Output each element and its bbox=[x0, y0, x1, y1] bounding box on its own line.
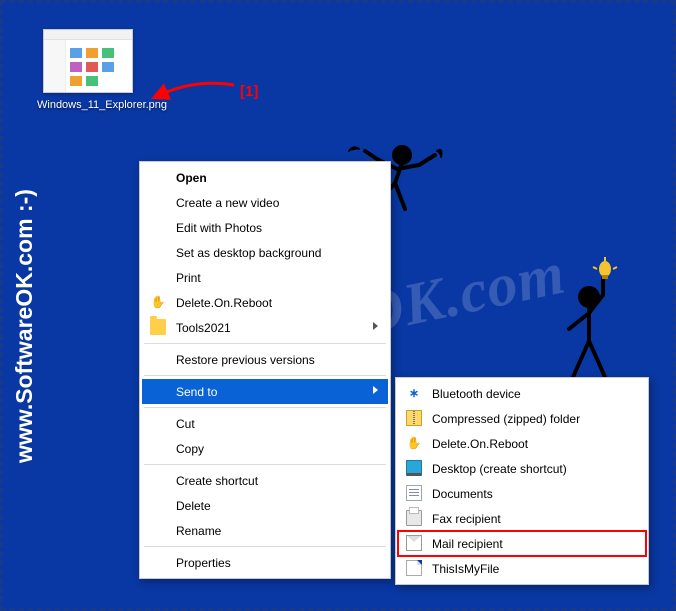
file-label: Windows_11_Explorer.png bbox=[37, 99, 139, 112]
submenu-item-thisismyfile[interactable]: ThisIsMyFile bbox=[398, 556, 646, 581]
menu-item-open[interactable]: Open bbox=[142, 165, 388, 190]
menu-item-send-to[interactable]: Send to bbox=[142, 379, 388, 404]
annotation-label-1: [1] bbox=[240, 83, 258, 100]
menu-item-create-shortcut[interactable]: Create shortcut bbox=[142, 468, 388, 493]
menu-separator bbox=[144, 343, 386, 344]
menu-item-copy[interactable]: Copy bbox=[142, 436, 388, 461]
chevron-right-icon bbox=[373, 386, 378, 394]
zip-icon bbox=[406, 410, 422, 426]
submenu-item-desktop-shortcut[interactable]: Desktop (create shortcut) bbox=[398, 456, 646, 481]
sendto-submenu: ∗Bluetooth device Compressed (zipped) fo… bbox=[395, 377, 649, 585]
file-icon bbox=[406, 560, 422, 576]
submenu-item-documents[interactable]: Documents bbox=[398, 481, 646, 506]
menu-separator bbox=[144, 407, 386, 408]
menu-item-create-video[interactable]: Create a new video bbox=[142, 190, 388, 215]
desktop-file-icon[interactable]: Windows_11_Explorer.png bbox=[37, 29, 139, 112]
hand-icon: ✋ bbox=[150, 294, 166, 310]
menu-separator bbox=[144, 464, 386, 465]
menu-item-delete[interactable]: Delete bbox=[142, 493, 388, 518]
submenu-item-compressed[interactable]: Compressed (zipped) folder bbox=[398, 406, 646, 431]
menu-item-restore-versions[interactable]: Restore previous versions bbox=[142, 347, 388, 372]
annotation-arrow-1 bbox=[156, 79, 236, 99]
hand-icon: ✋ bbox=[406, 435, 422, 451]
menu-item-print[interactable]: Print bbox=[142, 265, 388, 290]
menu-item-properties[interactable]: Properties bbox=[142, 550, 388, 575]
mail-icon bbox=[406, 535, 422, 551]
watermark-side: www.SoftwareOK.com :-) bbox=[11, 189, 38, 463]
fax-icon bbox=[406, 510, 422, 526]
stick-figure-idea bbox=[549, 259, 629, 394]
folder-icon bbox=[150, 319, 166, 335]
bluetooth-icon: ∗ bbox=[406, 385, 422, 401]
submenu-item-bluetooth[interactable]: ∗Bluetooth device bbox=[398, 381, 646, 406]
menu-item-cut[interactable]: Cut bbox=[142, 411, 388, 436]
submenu-item-fax[interactable]: Fax recipient bbox=[398, 506, 646, 531]
desktop-icon bbox=[406, 460, 422, 476]
file-thumbnail bbox=[43, 29, 133, 93]
menu-item-tools2021[interactable]: Tools2021 bbox=[142, 315, 388, 340]
menu-item-delete-on-reboot[interactable]: ✋Delete.On.Reboot bbox=[142, 290, 388, 315]
chevron-right-icon bbox=[373, 322, 378, 330]
document-icon bbox=[406, 485, 422, 501]
menu-item-set-desktop-bg[interactable]: Set as desktop background bbox=[142, 240, 388, 265]
submenu-item-mail-recipient[interactable]: Mail recipient bbox=[398, 531, 646, 556]
menu-separator bbox=[144, 375, 386, 376]
context-menu: Open Create a new video Edit with Photos… bbox=[139, 161, 391, 579]
submenu-item-delete-on-reboot[interactable]: ✋Delete.On.Reboot bbox=[398, 431, 646, 456]
menu-separator bbox=[144, 546, 386, 547]
menu-item-rename[interactable]: Rename bbox=[142, 518, 388, 543]
menu-item-edit-photos[interactable]: Edit with Photos bbox=[142, 215, 388, 240]
